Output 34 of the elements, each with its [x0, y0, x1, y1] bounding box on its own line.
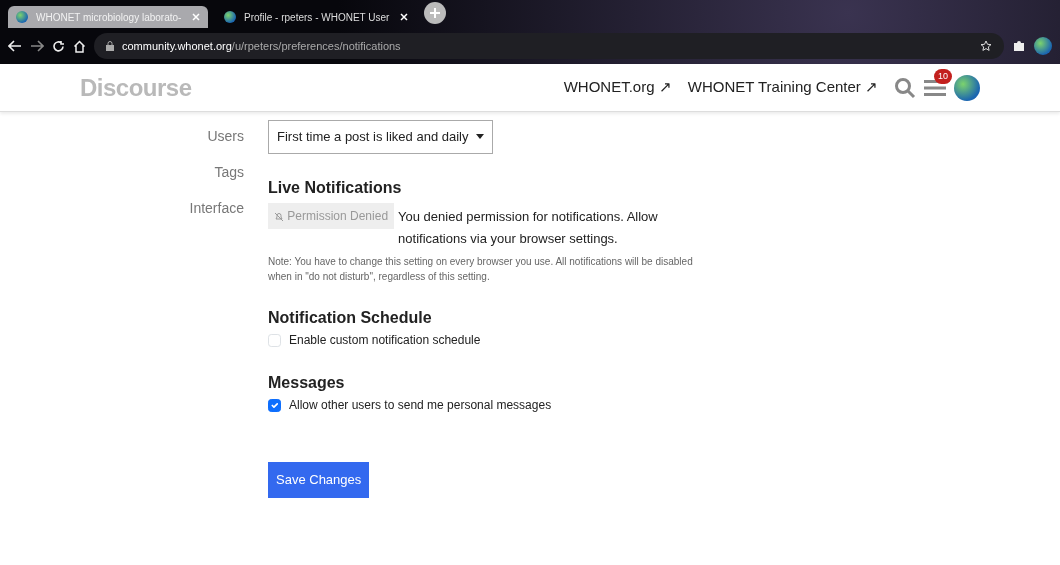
back-icon[interactable]: [8, 40, 22, 52]
reload-icon[interactable]: [52, 39, 65, 53]
globe-icon: [16, 11, 28, 23]
bell-slash-icon: [274, 211, 284, 222]
header-link[interactable]: WHONET.org ↗: [563, 76, 672, 99]
checkbox[interactable]: [268, 398, 281, 412]
new-tab-button[interactable]: [424, 2, 446, 24]
home-icon[interactable]: [73, 39, 86, 53]
sidebar-item[interactable]: Users: [207, 126, 244, 162]
lock-icon: [106, 41, 114, 51]
user-avatar[interactable]: [954, 74, 980, 101]
globe-icon: [224, 11, 236, 23]
permission-button: Permission Denied: [268, 202, 395, 229]
notification-count: 10: [934, 68, 952, 84]
note-text: Note: You have to change this setting on every browser you use. All notifications will be disabled when in "do not disturb", regardless of this setting.: [268, 254, 694, 284]
save-button[interactable]: Save Changes: [268, 462, 370, 498]
browser-tab[interactable]: Profile - rpeters - WHONET User: [216, 6, 416, 28]
search-icon[interactable]: [894, 76, 916, 99]
profile-avatar[interactable]: [1034, 37, 1052, 55]
checkbox-label: Allow other users to send me personal messages: [289, 397, 552, 415]
permission-message: You denied permission for notifications. Allow notifications via your browser settings.: [398, 207, 659, 248]
checkbox-label: Enable custom notification schedule: [289, 332, 481, 350]
address-bar[interactable]: community.whonet.org/u/rpeters/preferences/notifications: [94, 33, 1004, 59]
section-heading: Live Notifications: [268, 177, 403, 197]
star-icon[interactable]: [980, 40, 992, 52]
close-icon[interactable]: [400, 13, 408, 21]
sidebar-item[interactable]: Interface: [189, 198, 244, 234]
forward-icon[interactable]: [30, 40, 44, 52]
sidebar-item[interactable]: Tags: [214, 162, 244, 198]
header-link[interactable]: WHONET Training Center ↗: [687, 76, 878, 99]
caret-icon: [476, 134, 485, 140]
section-heading: Notification Schedule: [268, 307, 433, 328]
section-heading: Messages: [268, 373, 346, 393]
dropdown-select[interactable]: First time a post is liked and daily: [268, 120, 494, 154]
